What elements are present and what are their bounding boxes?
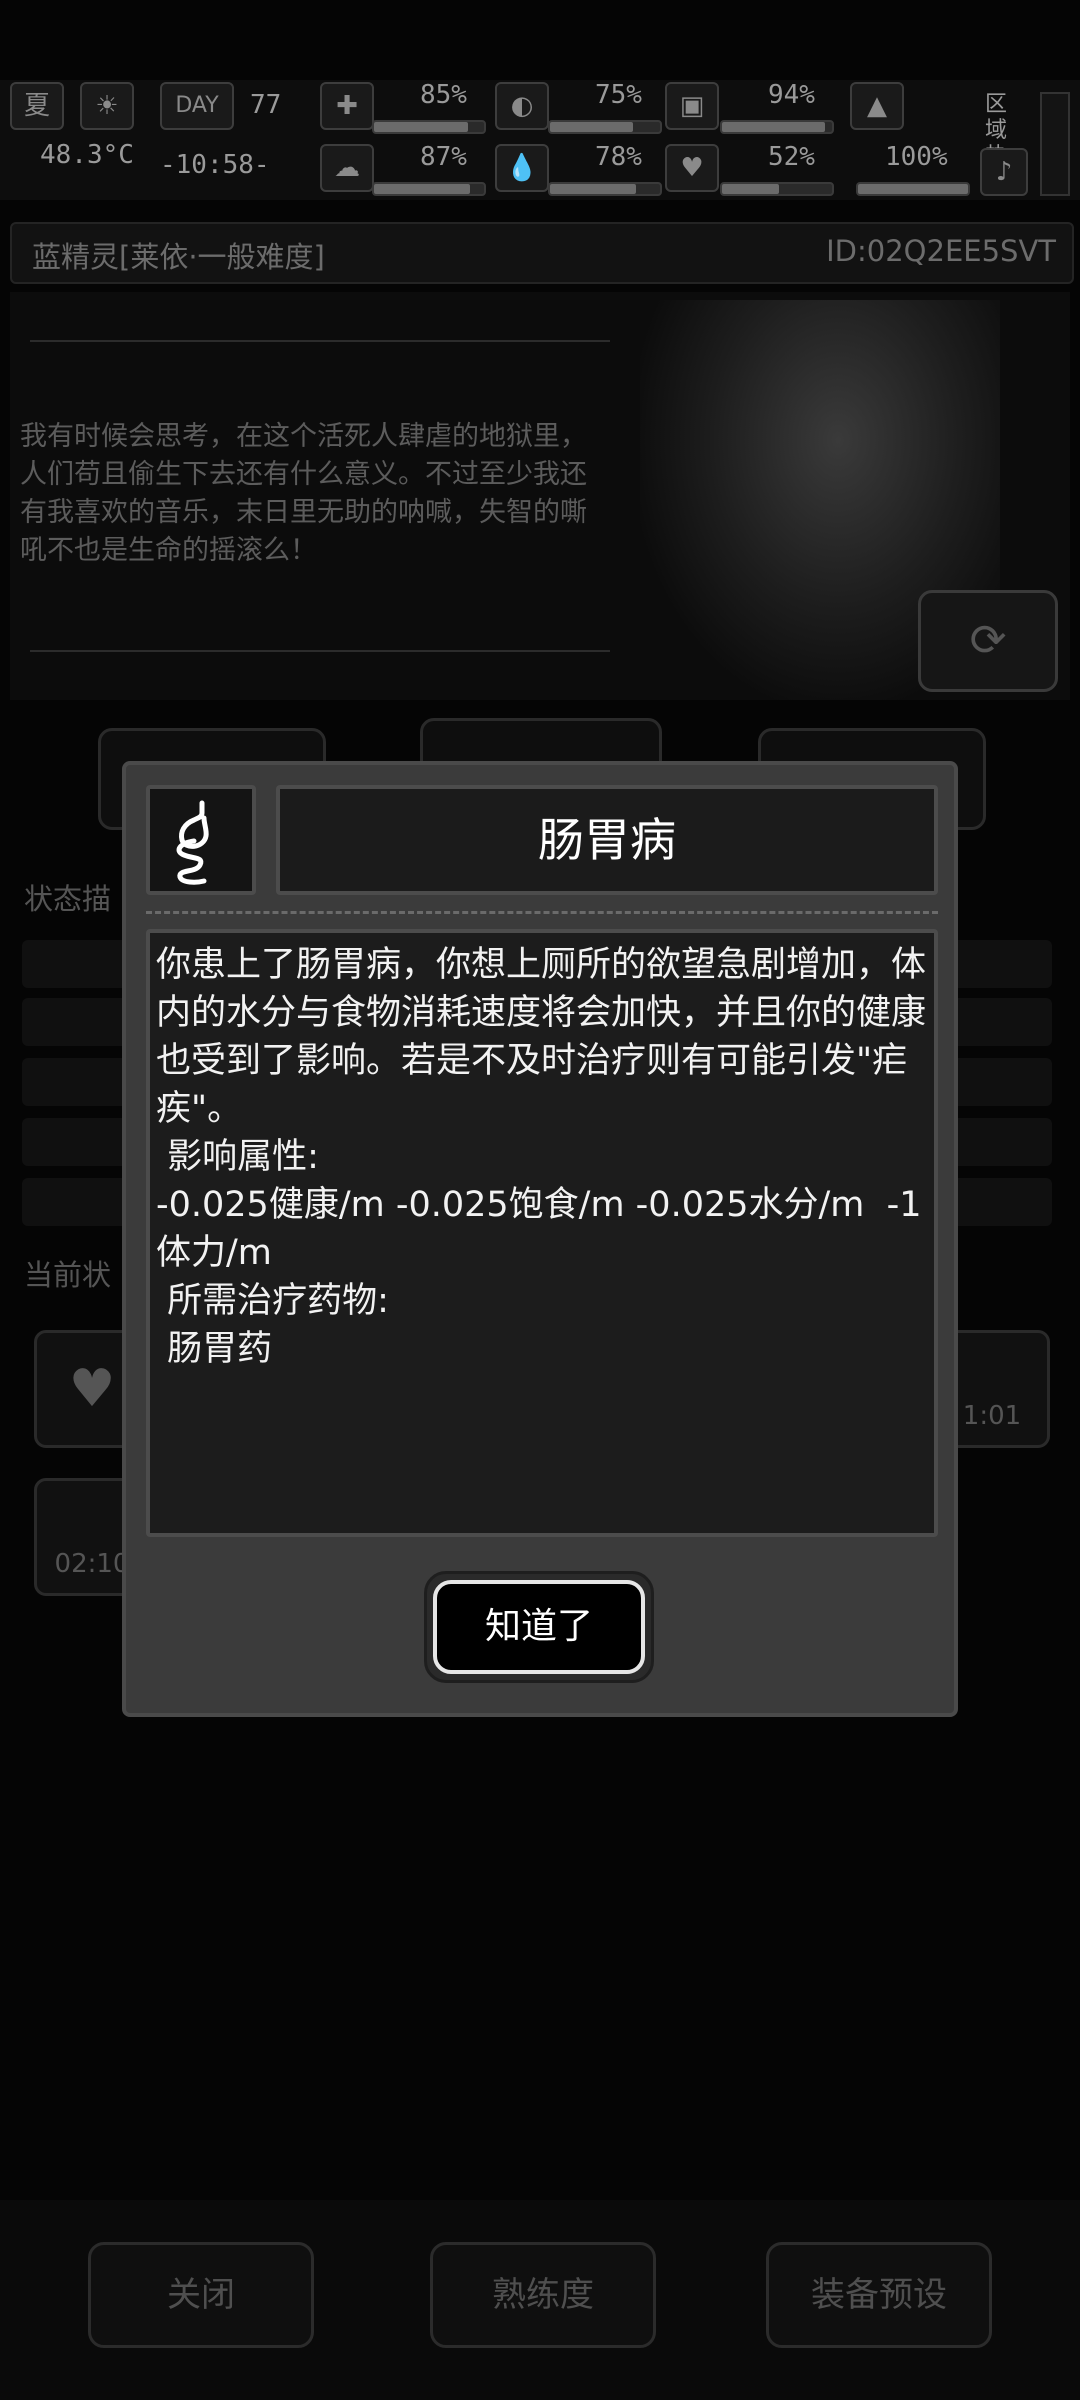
dialog-title-box: 肠胃病 xyxy=(276,785,938,895)
status-hud: 夏 ☀ 48.3°C DAY 77 -10:58- ✚ 85% ◐ 75% ▣ … xyxy=(0,80,1080,200)
mood-bar xyxy=(720,182,834,196)
character-quote: 我有时候会思考，在这个活死人肆虐的地狱里，人们苟且偷生下去还有什么意义。不过至少… xyxy=(20,421,587,566)
speed-bar xyxy=(856,182,970,196)
medkit-icon: ✚ xyxy=(320,82,374,130)
temperature-readout: 48.3°C xyxy=(40,140,134,170)
sanity-bar xyxy=(372,182,486,196)
equipment-preset-button[interactable]: 装备预设 xyxy=(766,2242,992,2348)
dialog-body-text: 你患上了肠胃病，你想上厕所的欲望急剧增加，体内的水分与食物消耗速度将会加快，并且… xyxy=(156,945,927,1369)
clock-readout: -10:58- xyxy=(160,150,270,180)
health-bar xyxy=(372,120,486,134)
brain-icon: ☁ xyxy=(320,144,374,192)
day-number: 77 xyxy=(250,90,282,120)
satiety-percent: 75% xyxy=(595,80,642,110)
mood-bar-fill xyxy=(722,184,780,194)
character-name-bar: 蓝精灵[莱依·一般难度] ID:02Q2EE5SVT xyxy=(10,222,1074,284)
stamina-percent: 94% xyxy=(768,80,815,110)
stomach-status-icon: ◐ xyxy=(495,82,549,130)
acknowledge-button[interactable]: 知道了 xyxy=(433,1580,645,1674)
boot-icon: ▲ xyxy=(850,82,904,130)
water-bar xyxy=(548,182,662,196)
day-label: DAY xyxy=(160,82,234,130)
proficiency-button[interactable]: 熟练度 xyxy=(430,2242,656,2348)
stomach-icon xyxy=(176,800,209,885)
disease-dialog: 肠胃病 你患上了肠胃病，你想上厕所的欲望急剧增加，体内的水分与食物消耗速度将会加… xyxy=(122,761,958,1717)
satiety-bar-fill xyxy=(550,122,633,132)
character-name: 蓝精灵[莱依·一般难度] xyxy=(32,240,325,274)
ornament-divider-top xyxy=(30,340,610,342)
ok-button-frame: 知道了 xyxy=(424,1571,654,1683)
heart-icon: ♥ xyxy=(665,144,719,192)
dashed-divider xyxy=(146,911,938,914)
ornament-divider-bottom xyxy=(30,650,610,652)
region-heat-gauge xyxy=(1040,92,1070,196)
season-icon: 夏 xyxy=(10,82,64,130)
dialog-icon-box xyxy=(146,785,256,895)
water-icon: 💧 xyxy=(495,144,549,192)
character-id: ID:02Q2EE5SVT xyxy=(826,234,1056,268)
sun-icon: ☀ xyxy=(80,82,134,130)
speed-bar-fill xyxy=(858,184,968,194)
stamina-bar xyxy=(720,120,834,134)
speed-percent: 100% xyxy=(885,142,948,172)
sanity-bar-fill xyxy=(374,184,470,194)
health-bar-fill xyxy=(374,122,468,132)
dialog-body-box[interactable]: 你患上了肠胃病，你想上厕所的欲望急剧增加，体内的水分与食物消耗速度将会加快，并且… xyxy=(146,929,938,1537)
stamina-bar-fill xyxy=(722,122,826,132)
water-bar-fill xyxy=(550,184,636,194)
speaker-icon[interactable]: ♪ xyxy=(980,148,1028,196)
satiety-bar xyxy=(548,120,662,134)
current-status-label: 当前状 xyxy=(24,1258,112,1292)
mood-percent: 52% xyxy=(768,142,815,172)
change-outfit-button[interactable]: ⟳ xyxy=(918,590,1058,692)
dialog-title: 肠胃病 xyxy=(538,813,676,867)
status-description-label: 状态描 xyxy=(24,882,112,916)
water-percent: 78% xyxy=(595,142,642,172)
sanity-percent: 87% xyxy=(420,142,467,172)
health-percent: 85% xyxy=(420,80,467,110)
stamina-icon: ▣ xyxy=(665,82,719,130)
close-button[interactable]: 关闭 xyxy=(88,2242,314,2348)
